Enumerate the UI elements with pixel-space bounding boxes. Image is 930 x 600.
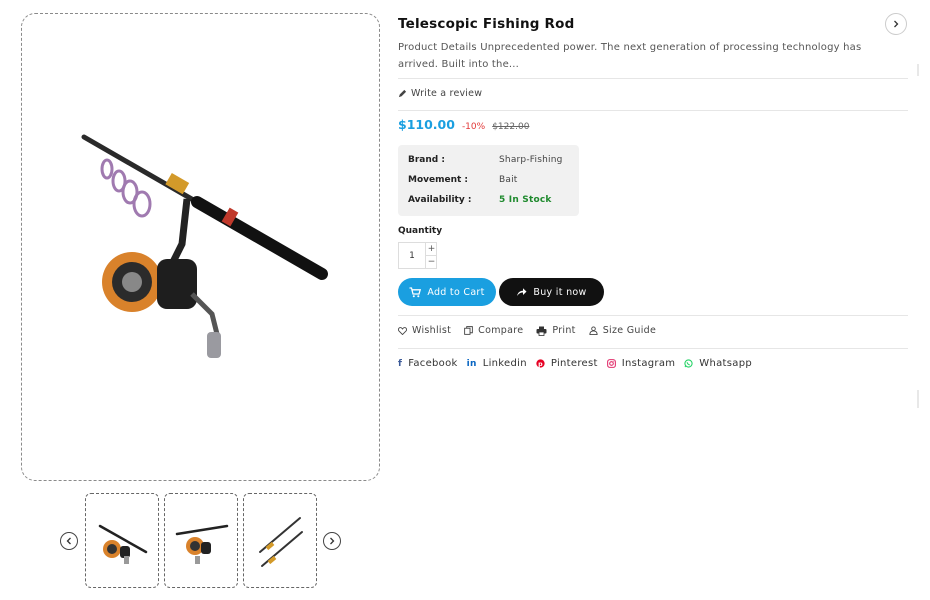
spec-row-brand: Brand : Sharp-Fishing [408, 155, 563, 165]
facebook-icon: f [398, 358, 403, 369]
wishlist-label: Wishlist [412, 325, 452, 336]
chevron-right-icon [330, 537, 335, 545]
main-product-image[interactable] [21, 13, 380, 481]
linkedin-icon: in [466, 358, 477, 369]
spec-table: Brand : Sharp-Fishing Movement : Bait Av… [398, 145, 579, 216]
linkedin-label: Linkedin [482, 358, 527, 369]
pinterest-icon: p [536, 359, 545, 368]
spec-row-availability: Availability : 5 In Stock [408, 195, 552, 205]
divider [398, 315, 908, 316]
svg-text:p: p [538, 361, 543, 368]
quantity-label: Quantity [398, 226, 443, 236]
spec-label: Availability : [408, 195, 472, 205]
quantity-stepper: 1 + − [398, 242, 437, 269]
next-product-button[interactable] [885, 13, 907, 35]
thumbnail-1[interactable] [85, 493, 159, 588]
thumbnail-3[interactable] [243, 493, 317, 588]
instagram-icon [606, 359, 616, 368]
product-description: Product Details Unprecedented power. The… [398, 42, 862, 70]
add-to-cart-button[interactable]: Add to Cart [398, 278, 496, 306]
spec-value: Bait [499, 175, 518, 185]
pencil-icon [398, 89, 407, 98]
pinterest-label: Pinterest [550, 358, 598, 369]
quantity-decrease-button[interactable]: − [425, 255, 437, 268]
thumbnail-image [98, 524, 148, 564]
quantity-increase-button[interactable]: + [425, 243, 437, 256]
wishlist-button[interactable]: Wishlist [398, 325, 451, 336]
share-instagram[interactable]: Instagram [606, 358, 676, 369]
scroll-edge [917, 390, 919, 408]
spec-row-movement: Movement : Bait [408, 175, 518, 185]
discount-badge: -10% [461, 122, 486, 132]
share-linkedin[interactable]: in Linkedin [467, 358, 527, 369]
thumbnail-next-button[interactable] [323, 532, 341, 550]
scroll-edge [917, 64, 919, 76]
chevron-left-icon [66, 537, 71, 545]
social-share-bar: f Facebook in Linkedin p Pinterest Insta… [398, 358, 761, 369]
print-label: Print [552, 325, 576, 336]
price-row: $110.00 -10% $122.00 [398, 117, 529, 132]
compare-label: Compare [478, 325, 524, 336]
print-button[interactable]: Print [536, 325, 575, 336]
facebook-label: Facebook [408, 358, 458, 369]
size-guide-label: Size Guide [602, 325, 657, 336]
instagram-label: Instagram [621, 358, 676, 369]
heart-icon [398, 326, 407, 335]
size-guide-icon [589, 326, 598, 335]
buy-now-button[interactable]: Buy it now [499, 278, 604, 306]
divider [398, 348, 908, 349]
thumbnail-image [175, 524, 229, 564]
quantity-input[interactable]: 1 [399, 243, 425, 268]
thumbnail-2[interactable] [164, 493, 238, 588]
size-guide-button[interactable]: Size Guide [589, 325, 656, 336]
write-review-link[interactable]: Write a review [398, 88, 482, 99]
fishing-rod-image [81, 134, 328, 358]
old-price: $122.00 [492, 122, 530, 132]
write-review-label: Write a review [411, 88, 483, 99]
thumbnail-image [259, 517, 303, 567]
chevron-right-icon [894, 20, 899, 28]
spec-value: Sharp-Fishing [499, 155, 563, 165]
thumbnail-prev-button[interactable] [60, 532, 78, 550]
whatsapp-label: Whatsapp [699, 358, 753, 369]
add-to-cart-label: Add to Cart [427, 286, 485, 298]
share-pinterest[interactable]: p Pinterest [536, 358, 598, 369]
share-facebook[interactable]: f Facebook [398, 358, 458, 369]
compare-icon [464, 326, 473, 335]
divider [398, 78, 908, 79]
spec-label: Brand : [408, 155, 445, 165]
stock-status: 5 In Stock [499, 195, 552, 205]
product-actions: Wishlist Compare Print Size Guide [398, 325, 669, 336]
spec-label: Movement : [408, 175, 469, 185]
print-icon [536, 326, 547, 336]
share-whatsapp[interactable]: Whatsapp [684, 358, 752, 369]
divider [398, 110, 908, 111]
buy-now-label: Buy it now [533, 286, 587, 298]
share-arrow-icon [517, 288, 527, 296]
current-price: $110.00 [398, 117, 455, 132]
product-title: Telescopic Fishing Rod [398, 16, 575, 32]
whatsapp-icon [684, 359, 693, 368]
compare-button[interactable]: Compare [464, 325, 523, 336]
cart-icon [409, 286, 422, 297]
